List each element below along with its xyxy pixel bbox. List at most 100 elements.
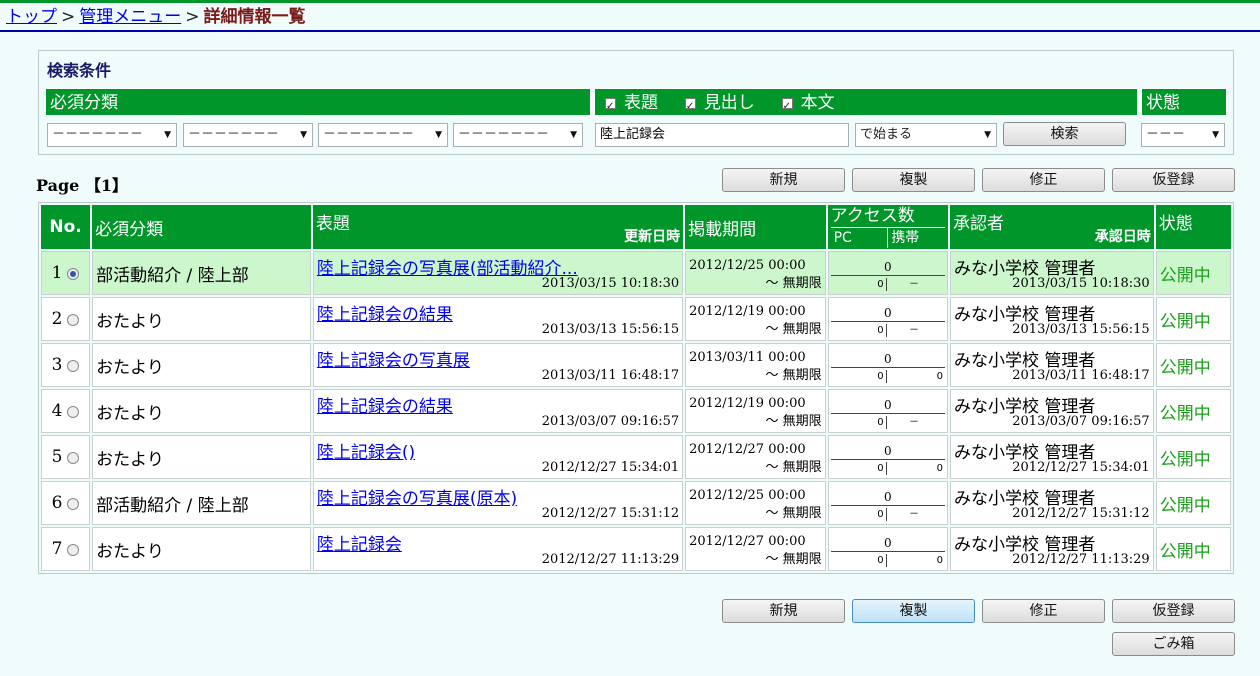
category-select-2[interactable]: －－－－－－－ ▼ xyxy=(183,123,313,147)
row-category: おたより xyxy=(92,343,311,387)
row-number: 2 xyxy=(51,309,63,329)
col-header-status: 状態 xyxy=(1155,205,1231,249)
keyword-input[interactable]: 陸上記録会 xyxy=(595,123,849,147)
col-header-period: 掲載期間 xyxy=(685,205,826,249)
new-button-bottom[interactable]: 新規 xyxy=(722,599,845,623)
checkbox-body[interactable] xyxy=(781,93,793,121)
row-updated: 2013/03/11 16:48:17 xyxy=(541,368,680,383)
category-select-3[interactable]: －－－－－－－ ▼ xyxy=(318,123,448,147)
trash-button[interactable]: ごみ箱 xyxy=(1112,632,1235,656)
col-header-updated: 更新日時 xyxy=(624,229,681,245)
row-access-cell: 0 0 0 xyxy=(827,343,949,387)
row-select-radio[interactable] xyxy=(67,359,80,372)
row-number: 1 xyxy=(51,263,63,283)
table-row[interactable]: 5 おたより 陸上記録会() 2012/12/27 15:34:01 2012/12/2… xyxy=(41,435,1231,479)
row-select-radio[interactable] xyxy=(67,405,80,418)
row-number-cell: 3 xyxy=(41,343,91,387)
category-select-1[interactable]: －－－－－－－ ▼ xyxy=(47,123,177,147)
row-category: おたより xyxy=(92,527,311,571)
row-title-link[interactable]: 陸上記録会の写真展 xyxy=(317,344,679,371)
row-period-start: 2012/12/19 00:00 xyxy=(689,304,806,319)
col-header-category: 必須分類 xyxy=(92,205,311,249)
draft-button-bottom[interactable]: 仮登録 xyxy=(1112,599,1235,623)
search-title: 検索条件 xyxy=(47,61,112,80)
table-row[interactable]: 7 おたより 陸上記録会 2012/12/27 11:13:29 2012/12/27 … xyxy=(41,527,1231,571)
row-access-cell: 0 0 － xyxy=(827,297,949,341)
row-select-radio[interactable] xyxy=(67,451,80,464)
row-period-start: 2012/12/27 00:00 xyxy=(689,534,806,549)
row-status: 公開中 xyxy=(1155,527,1231,571)
checkbox-heading[interactable] xyxy=(684,93,696,121)
row-title-link[interactable]: 陸上記録会の写真展(部活動紹介... xyxy=(317,252,679,279)
breadcrumb-top-link[interactable]: トップ xyxy=(6,7,57,27)
row-approver-cell: みな小学校 管理者 2013/03/11 16:48:17 xyxy=(950,343,1154,387)
row-approved: 2013/03/13 15:56:15 xyxy=(1012,322,1150,337)
row-title-link[interactable]: 陸上記録会() xyxy=(317,436,679,463)
row-title-link[interactable]: 陸上記録会の結果 xyxy=(317,390,679,417)
row-status: 公開中 xyxy=(1155,435,1231,479)
row-access-mobile: － xyxy=(909,325,920,336)
row-approved: 2012/12/27 15:34:01 xyxy=(1012,460,1150,475)
row-approved: 2012/12/27 11:13:29 xyxy=(1012,552,1150,567)
row-number: 6 xyxy=(51,493,63,513)
row-number: 3 xyxy=(51,355,63,375)
row-select-radio[interactable] xyxy=(67,543,80,556)
row-access-cell: 0 0 0 xyxy=(827,527,949,571)
table-row[interactable]: 4 おたより 陸上記録会の結果 2013/03/07 09:16:57 2012/12/… xyxy=(41,389,1231,433)
col-header-access: アクセス数 PC 携帯 xyxy=(827,205,949,249)
row-access-mobile: － xyxy=(909,417,920,428)
row-title-link[interactable]: 陸上記録会 xyxy=(317,528,679,555)
row-number-cell: 2 xyxy=(41,297,91,341)
row-title-link[interactable]: 陸上記録会の写真展(原本) xyxy=(317,482,679,509)
row-approved: 2013/03/07 09:16:57 xyxy=(1012,414,1150,429)
status-select[interactable]: －－－ ▼ xyxy=(1141,123,1225,147)
breadcrumb-menu-link[interactable]: 管理メニュー xyxy=(79,7,181,27)
row-access-pc: 0 xyxy=(829,416,887,429)
edit-button[interactable]: 修正 xyxy=(982,168,1105,192)
row-period-start: 2012/12/19 00:00 xyxy=(689,396,806,411)
row-title-cell: 陸上記録会の写真展(部活動紹介... 2013/03/15 10:18:30 xyxy=(312,251,684,295)
row-status: 公開中 xyxy=(1155,389,1231,433)
row-updated: 2013/03/07 09:16:57 xyxy=(541,414,680,429)
row-approver: みな小学校 管理者 xyxy=(954,443,1096,463)
row-number: 7 xyxy=(51,539,63,559)
match-mode-select[interactable]: で始まる ▼ xyxy=(855,123,997,147)
row-access-cell: 0 0 － xyxy=(827,251,949,295)
row-select-radio[interactable] xyxy=(67,497,80,510)
copy-button[interactable]: 複製 xyxy=(852,168,975,192)
row-approved: 2013/03/11 16:48:17 xyxy=(1012,368,1150,383)
checkbox-title-label: 表題 xyxy=(624,93,658,113)
row-select-radio[interactable] xyxy=(67,313,80,326)
row-category: 部活動紹介 / 陸上部 xyxy=(92,481,311,525)
category-select-4[interactable]: －－－－－－－ ▼ xyxy=(453,123,583,147)
row-period-start: 2012/12/25 00:00 xyxy=(689,488,806,503)
row-approver: みな小学校 管理者 xyxy=(954,397,1096,417)
col-header-pc: PC xyxy=(833,230,852,246)
row-access-pc: 0 xyxy=(829,324,887,337)
row-title-link[interactable]: 陸上記録会の結果 xyxy=(317,298,679,325)
copy-button-bottom[interactable]: 複製 xyxy=(852,599,975,623)
row-access-mobile: － xyxy=(909,509,920,520)
row-title-cell: 陸上記録会() 2012/12/27 15:34:01 xyxy=(312,435,684,479)
row-updated: 2013/03/13 15:56:15 xyxy=(541,322,680,337)
new-button[interactable]: 新規 xyxy=(722,168,845,192)
col-header-approved: 承認日時 xyxy=(1094,229,1151,245)
row-number-cell: 4 xyxy=(41,389,91,433)
table-row[interactable]: 2 おたより 陸上記録会の結果 2013/03/13 15:56:15 2012/12/… xyxy=(41,297,1231,341)
row-access-total: 0 xyxy=(883,444,892,458)
row-select-radio[interactable] xyxy=(67,267,80,280)
table-row[interactable]: 1 部活動紹介 / 陸上部 陸上記録会の写真展(部活動紹介... 2013/03/15… xyxy=(41,251,1231,295)
draft-button[interactable]: 仮登録 xyxy=(1112,168,1235,192)
checkbox-title[interactable] xyxy=(605,93,616,121)
table-row[interactable]: 6 部活動紹介 / 陸上部 陸上記録会の写真展(原本) 2012/12/27 15:3… xyxy=(41,481,1231,525)
row-access-cell: 0 0 － xyxy=(827,389,949,433)
row-status: 公開中 xyxy=(1155,343,1231,387)
row-approved: 2013/03/15 10:18:30 xyxy=(1012,276,1150,291)
row-period-cell: 2012/12/27 00:00 ～ 無期限 xyxy=(685,435,826,479)
row-period-start: 2012/12/25 00:00 xyxy=(689,258,806,273)
edit-button-bottom[interactable]: 修正 xyxy=(982,599,1105,623)
search-button[interactable]: 検索 xyxy=(1003,122,1126,146)
row-status: 公開中 xyxy=(1155,251,1231,295)
row-period-cell: 2012/12/25 00:00 ～ 無期限 xyxy=(685,481,826,525)
table-row[interactable]: 3 おたより 陸上記録会の写真展 2013/03/11 16:48:17 2013/03… xyxy=(41,343,1231,387)
